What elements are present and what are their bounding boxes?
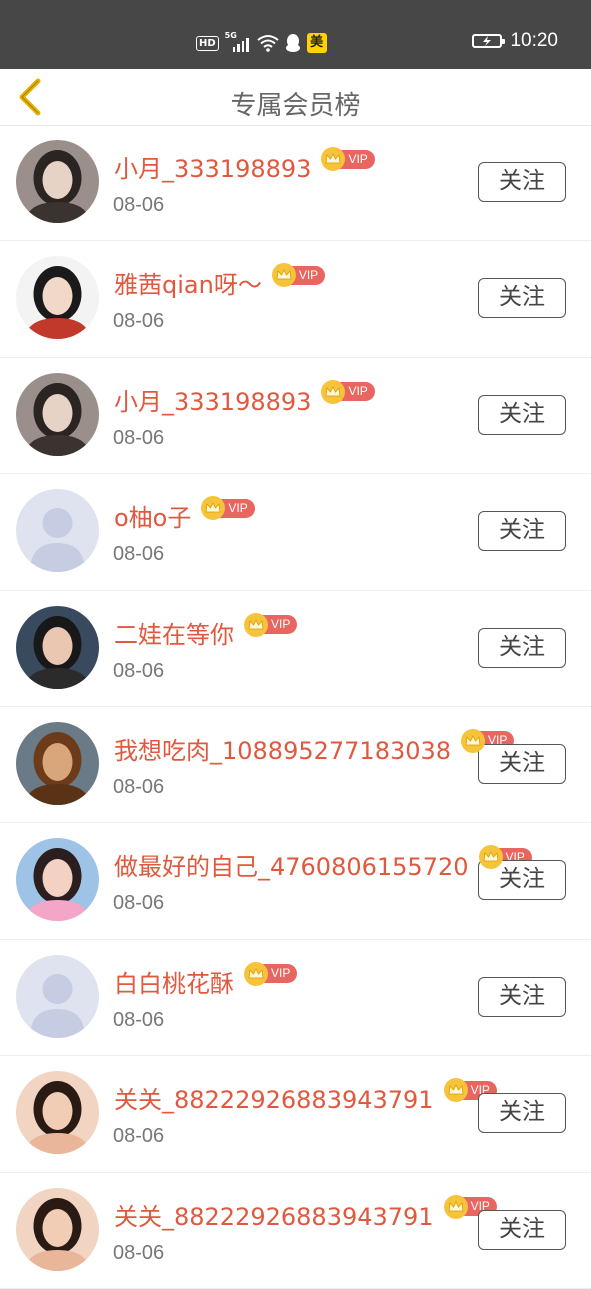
follow-button[interactable]: 关注 [478,1093,566,1134]
status-bar: HD 5G 美 10:20 [0,0,591,69]
member-name-text: o柚o子 [114,504,192,533]
page-title: 专属会员榜 [230,91,361,121]
vip-badge: VIP [201,496,255,521]
avatar[interactable] [16,256,99,340]
follow-button[interactable]: 关注 [478,162,566,202]
follow-button[interactable]: 关注 [478,278,566,319]
member-row[interactable]: 白白桃花酥 VIP 08-06 关注 [0,940,591,1057]
member-name-text: 二娃在等你 [114,620,234,649]
crown-icon [443,1194,468,1219]
member-name: 我想吃肉_108895277183038 VIP [114,728,515,766]
member-row[interactable]: 我想吃肉_108895277183038 VIP 08-06 关注 [0,707,591,824]
crown-icon [478,845,503,870]
crown-icon [244,612,268,637]
clock: 10:20 [510,30,558,51]
member-date: 08-06 [113,659,165,682]
crown-icon [461,728,486,753]
member-name: 雅茜qian呀～ VIP [114,263,326,300]
avatar[interactable] [16,1187,99,1271]
wifi-icon [257,35,279,52]
member-row[interactable]: 关关_88222926883943791 VIP 08-06 关注 [0,1173,591,1289]
member-row[interactable]: 小月_333198893 VIP 08-06 关注 [0,125,591,242]
member-name: 二娃在等你 VIP [114,612,298,650]
vip-badge: VIP [244,961,298,986]
follow-button[interactable]: 关注 [478,1209,566,1250]
avatar[interactable] [16,605,99,689]
follow-button[interactable]: 关注 [478,511,566,552]
member-name-text: 关关_88222926883943791 [114,1086,434,1115]
member-name: 关关_88222926883943791 VIP [114,1078,497,1115]
member-name: o柚o子 VIP [114,496,255,533]
avatar[interactable] [16,489,99,573]
avatar[interactable] [16,372,99,456]
follow-button[interactable]: 关注 [478,394,566,435]
avatar[interactable] [16,721,99,805]
member-name-text: 我想吃肉_108895277183038 [114,736,452,765]
status-icons: HD 5G 美 [196,31,327,54]
member-name: 小月_333198893 VIP [114,147,375,184]
page-header: 专属会员榜 [0,69,591,126]
crown-icon [443,1078,468,1103]
member-name-text: 小月_333198893 [114,387,312,416]
battery-charging-icon [472,34,506,48]
member-name-text: 白白桃花酥 [114,969,234,998]
member-row[interactable]: o柚o子 VIP 08-06 关注 [0,474,591,591]
member-date: 08-06 [113,310,165,333]
avatar[interactable] [16,838,99,922]
member-name-text: 雅茜qian呀～ [114,271,262,300]
member-row[interactable]: 关关_88222926883943791 VIP 08-06 关注 [0,1056,591,1173]
member-date: 08-06 [113,426,165,449]
member-row[interactable]: 二娃在等你 VIP 08-06 关注 [0,591,591,707]
vip-badge: VIP [271,263,326,288]
member-name-text: 做最好的自己_4760806155720 [114,853,469,882]
member-name-text: 关关_88222926883943791 [114,1202,434,1231]
crown-icon [244,961,268,986]
follow-button[interactable]: 关注 [478,743,566,784]
signal-icon: 5G [225,31,251,53]
avatar[interactable] [16,1071,99,1155]
member-date: 08-06 [113,1008,165,1031]
member-name-text: 小月_333198893 [114,155,312,183]
member-date: 08-06 [113,1125,165,1148]
member-row[interactable]: 做最好的自己_4760806155720 VIP 08-06 关注 [0,823,591,940]
follow-button[interactable]: 关注 [478,976,566,1017]
avatar[interactable] [16,954,99,1038]
member-row[interactable]: 小月_333198893 VIP 08-06 关注 [0,358,591,475]
member-name: 小月_333198893 VIP [114,379,375,417]
member-row[interactable]: 雅茜qian呀～ VIP 08-06 关注 [0,241,591,358]
follow-button[interactable]: 关注 [478,627,566,668]
member-date: 08-06 [113,194,165,216]
vip-badge: VIP [244,612,298,637]
member-name: 做最好的自己_4760806155720 VIP [114,845,532,882]
hd-icon: HD [196,35,219,51]
member-date: 08-06 [113,892,165,915]
member-name: 关关_88222926883943791 VIP [114,1194,497,1232]
member-name: 白白桃花酥 VIP [114,961,298,999]
vip-badge: VIP [321,379,375,404]
meituan-app-icon: 美 [306,33,327,53]
member-list: 小月_333198893 VIP 08-06 关注 雅茜qian呀～ VIP 08-06 关注… [0,125,591,1289]
member-date: 08-06 [113,1241,165,1264]
vip-badge: VIP [321,147,375,171]
member-date: 08-06 [113,775,165,798]
qq-penguin-icon [285,34,300,52]
avatar[interactable] [16,140,99,223]
member-date: 08-06 [113,543,165,566]
